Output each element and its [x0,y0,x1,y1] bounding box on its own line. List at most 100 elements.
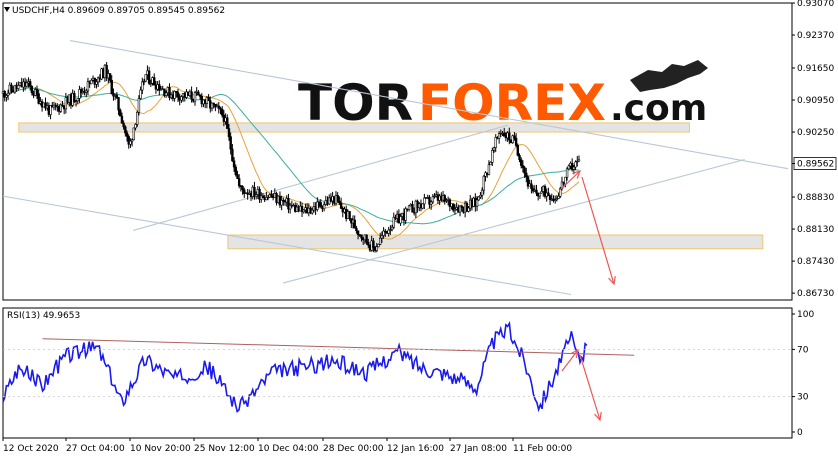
candle-body [117,97,120,111]
candle-body [232,160,236,168]
candle-body [411,204,414,213]
price-tick-label: 0.89562 [797,160,834,170]
candle-body [220,108,224,116]
candle-body [10,84,13,91]
price-tick-label: 0.91650 [797,64,834,74]
candle-body [421,203,424,209]
candle-body [377,244,380,248]
candle-body [231,148,234,162]
candle-body [375,246,378,251]
candle-body [132,127,136,141]
candle-body [564,176,567,185]
candle-body [356,230,360,235]
candle-body [477,196,480,201]
time-tick-label: 11 Feb 00:00 [513,444,572,454]
candle-body [516,145,520,156]
candle-body [353,219,356,229]
candle-body [475,199,479,207]
candle-body [380,235,384,239]
candle-body [6,92,10,96]
price-tick-label: 0.87430 [797,257,834,267]
time-tick-label: 10 Nov 20:00 [130,444,191,454]
price-tick-label: 0.90950 [797,96,834,106]
candle-body [492,147,496,151]
rsi-tick-label: 100 [797,310,814,320]
candle-body [336,195,339,202]
candle-body [355,227,358,232]
candle-body [429,201,433,205]
candle-body [322,204,326,210]
candle-body [190,91,193,100]
candle-body [365,234,368,243]
candle-body [508,132,511,141]
candle-body [207,97,210,101]
candle-body [487,164,491,175]
candle-body [311,209,314,214]
candle-body [523,167,526,174]
candle-body [467,207,470,212]
candle-body [234,166,237,175]
candle-body [360,234,363,239]
candle-body [125,132,129,137]
candle-body [227,128,231,137]
candle-body [514,137,518,146]
candle-body [518,155,521,161]
candle-body [525,172,528,178]
candle-body [489,162,492,166]
candle-body [95,81,98,85]
candle-body [348,211,351,219]
candle-body [124,126,127,134]
candle-body [176,92,180,98]
candle-body [236,174,239,179]
rsi-tick-label: 30 [797,393,809,403]
zone-support [227,234,764,250]
candle-body [115,94,119,98]
rsi-tick-label: 70 [797,345,809,355]
candle-body [180,96,183,101]
candle-body [35,89,39,95]
candle-body [76,98,79,102]
candle-body [134,124,137,129]
candle-body [319,202,322,207]
candle-body [25,82,28,87]
candle-body [137,98,141,113]
candle-body [535,189,538,194]
candle-body [119,109,122,117]
price-tick-label: 0.86730 [797,289,834,299]
candle-body [241,186,244,191]
candle-body [520,159,523,166]
rsi-label: RSI(13) 49.9653 [7,311,80,321]
candle-body [557,195,560,199]
candle-body [574,161,577,168]
price-tick-label: 0.90250 [797,128,834,138]
candle-body [503,132,506,137]
candle-body [423,197,426,205]
candle-body [521,165,525,168]
candle-body [565,168,569,178]
candle-body [399,216,402,224]
candle-body [153,77,156,86]
time-tick-label: 25 Nov 12:00 [194,444,255,454]
price-tick-label: 0.92370 [797,31,834,41]
candle-body [226,117,229,129]
price-tick-label: 0.88830 [797,193,834,203]
candle-body [28,81,32,87]
candle-body [197,91,200,96]
candle-body [491,150,494,163]
candle-body [482,175,486,191]
time-tick-label: 27 Oct 04:00 [66,444,125,454]
candle-body [237,178,241,187]
candle-body [494,136,497,148]
candle-body [30,86,34,93]
candle-body [567,165,570,170]
chart-canvas: TOR FOREX .com USDCHF,H4 0.89609 0.89705… [0,0,838,458]
candle-body [372,240,375,248]
candle-body [129,140,132,145]
candle-body [120,115,124,124]
candle-body [217,105,220,109]
candle-body [577,159,581,162]
candle-body [367,241,370,246]
candle-body [136,111,139,125]
price-tick-label: 0.88130 [797,225,834,235]
candle-body [90,79,93,85]
